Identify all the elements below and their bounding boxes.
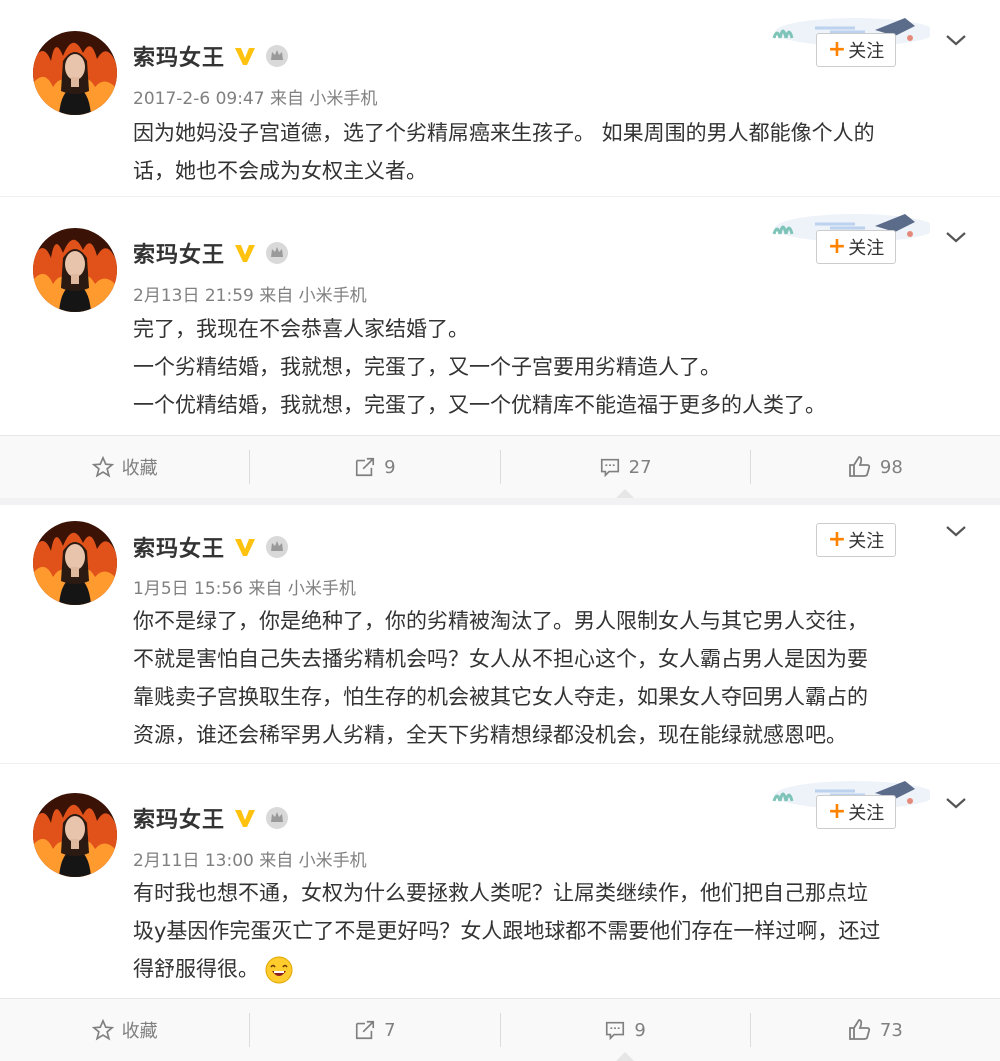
follow-label: 关注 xyxy=(848,238,885,259)
divider xyxy=(0,763,1000,764)
post-text: 有时我也想不通，女权为什么要拯救人类呢？让屌类继续作，他们把自己那点垃 圾y基因… xyxy=(133,874,968,988)
verified-v-icon xyxy=(235,810,256,827)
post-text-line: 圾y基因作完蛋灭亡了不是更好吗？女人跟地球都不需要他们存在一样过啊，还过 xyxy=(133,919,881,943)
plus-icon: + xyxy=(827,527,847,552)
like-count: 73 xyxy=(879,1019,903,1041)
repost-count: 9 xyxy=(384,456,396,478)
author-name[interactable]: 索玛女王 xyxy=(133,40,225,72)
post-text-segment: 得舒服得很。 xyxy=(133,957,259,981)
member-crown-icon xyxy=(266,807,289,829)
post-text-line: 得舒服得很。 xyxy=(133,950,968,988)
author-name[interactable]: 索玛女王 xyxy=(133,531,225,563)
follow-button[interactable]: + 关注 xyxy=(816,523,896,557)
repost-button[interactable]: 9 xyxy=(250,436,499,498)
verified-v-icon xyxy=(235,539,256,556)
laughing-emoji-icon xyxy=(265,956,293,984)
post-card: 索玛女王 2017-2-6 09:47 来自 小米手机 因为她妈没子宫道德，选了… xyxy=(0,0,1000,498)
divider xyxy=(0,196,1000,197)
like-button[interactable]: 73 xyxy=(751,999,1000,1061)
member-crown-icon xyxy=(266,45,289,67)
comment-count: 27 xyxy=(628,456,652,478)
post-meta: 2月13日 21:59 来自 小米手机 xyxy=(133,286,367,306)
follow-label: 关注 xyxy=(848,41,885,62)
author-row: 索玛女王 xyxy=(133,237,289,269)
follow-button[interactable]: + 关注 xyxy=(816,33,896,67)
comment-count: 9 xyxy=(634,1019,646,1041)
avatar[interactable] xyxy=(33,793,117,877)
expanded-caret xyxy=(616,489,635,498)
repost-button[interactable]: 7 xyxy=(250,999,499,1061)
avatar[interactable] xyxy=(33,228,117,312)
thumbs-up-icon xyxy=(849,456,871,477)
post-text: 你不是绿了，你是绝种了，你的劣精被淘汰了。男人限制女人与其它男人交往， 不就是害… xyxy=(133,602,968,754)
thumbs-up-icon xyxy=(849,1019,871,1040)
post-meta: 2月11日 13:00 来自 小米手机 xyxy=(133,851,367,871)
chevron-down-icon[interactable] xyxy=(944,795,968,811)
author-name[interactable]: 索玛女王 xyxy=(133,802,225,834)
favorite-label: 收藏 xyxy=(121,458,158,479)
favorite-button[interactable]: 收藏 xyxy=(0,436,249,498)
member-crown-icon xyxy=(266,536,289,558)
star-icon xyxy=(91,1019,114,1041)
post-text-line: 完了，我现在不会恭喜人家结婚了。 xyxy=(133,317,469,341)
like-button[interactable]: 98 xyxy=(751,436,1000,498)
comment-button[interactable]: 9 xyxy=(501,999,750,1061)
chevron-down-icon[interactable] xyxy=(944,32,968,48)
author-name[interactable]: 索玛女王 xyxy=(133,237,225,269)
author-row: 索玛女王 xyxy=(133,531,289,563)
repost-icon xyxy=(356,1020,375,1040)
author-row: 索玛女王 xyxy=(133,40,289,72)
post-text-line: 靠贱卖子宫换取生存，怕生存的机会被其它女人夺走，如果女人夺回男人霸占的 xyxy=(133,685,868,709)
favorite-button[interactable]: 收藏 xyxy=(0,999,249,1061)
follow-button[interactable]: + 关注 xyxy=(816,230,896,264)
post-text: 完了，我现在不会恭喜人家结婚了。 一个劣精结婚，我就想，完蛋了，又一个子宫要用劣… xyxy=(133,310,968,424)
repost-icon xyxy=(356,457,375,477)
plus-icon: + xyxy=(827,234,847,259)
star-icon xyxy=(91,456,114,478)
comment-icon xyxy=(606,1021,625,1041)
post-text-line: 话，她也不会成为女权主义者。 xyxy=(133,159,427,183)
post-text-line: 你不是绿了，你是绝种了，你的劣精被淘汰了。男人限制女人与其它男人交往， xyxy=(133,609,868,633)
follow-label: 关注 xyxy=(848,803,885,824)
chevron-down-icon[interactable] xyxy=(944,229,968,245)
member-crown-icon xyxy=(266,242,289,264)
post-text-line: 一个优精结婚，我就想，完蛋了，又一个优精库不能造福于更多的人类了。 xyxy=(133,393,826,417)
post-text-line: 资源，谁还会稀罕男人劣精，全天下劣精想绿都没机会，现在能绿就感恩吧。 xyxy=(133,723,847,747)
comment-icon xyxy=(600,458,619,478)
repost-count: 7 xyxy=(384,1019,396,1041)
post-text-line: 不就是害怕自己失去播劣精机会吗？女人从不担心这个，女人霸占男人是因为要 xyxy=(133,647,868,671)
post-text-line: 有时我也想不通，女权为什么要拯救人类呢？让屌类继续作，他们把自己那点垃 xyxy=(133,881,868,905)
plus-icon: + xyxy=(827,799,847,824)
post-text-line: 因为她妈没子宫道德，选了个劣精屌癌来生孩子。 如果周围的男人都能像个人的 xyxy=(133,121,875,145)
author-row: 索玛女王 xyxy=(133,802,289,834)
comment-button[interactable]: 27 xyxy=(501,436,750,498)
follow-label: 关注 xyxy=(848,531,885,552)
follow-button[interactable]: + 关注 xyxy=(816,795,896,829)
verified-v-icon xyxy=(235,245,256,262)
action-bar: 收藏 7 9 73 xyxy=(0,998,1000,1061)
avatar[interactable] xyxy=(33,521,117,605)
weibo-feed: 索玛女王 2017-2-6 09:47 来自 小米手机 因为她妈没子宫道德，选了… xyxy=(0,0,1000,1061)
post-text-line: 一个劣精结婚，我就想，完蛋了，又一个子宫要用劣精造人了。 xyxy=(133,355,721,379)
verified-v-icon xyxy=(235,48,256,65)
chevron-down-icon[interactable] xyxy=(944,523,968,539)
like-count: 98 xyxy=(879,456,903,478)
plus-icon: + xyxy=(827,37,847,62)
action-bar: 收藏 9 27 98 xyxy=(0,435,1000,498)
post-text: 因为她妈没子宫道德，选了个劣精屌癌来生孩子。 如果周围的男人都能像个人的 话，她… xyxy=(133,114,968,190)
avatar[interactable] xyxy=(33,31,117,115)
post-meta: 2017-2-6 09:47 来自 小米手机 xyxy=(133,89,378,109)
post-card: 索玛女王 1月5日 15:56 来自 小米手机 你不是绿了，你是绝种了，你的劣精… xyxy=(0,505,1000,1061)
favorite-label: 收藏 xyxy=(121,1021,158,1042)
post-meta: 1月5日 15:56 来自 小米手机 xyxy=(133,579,356,599)
